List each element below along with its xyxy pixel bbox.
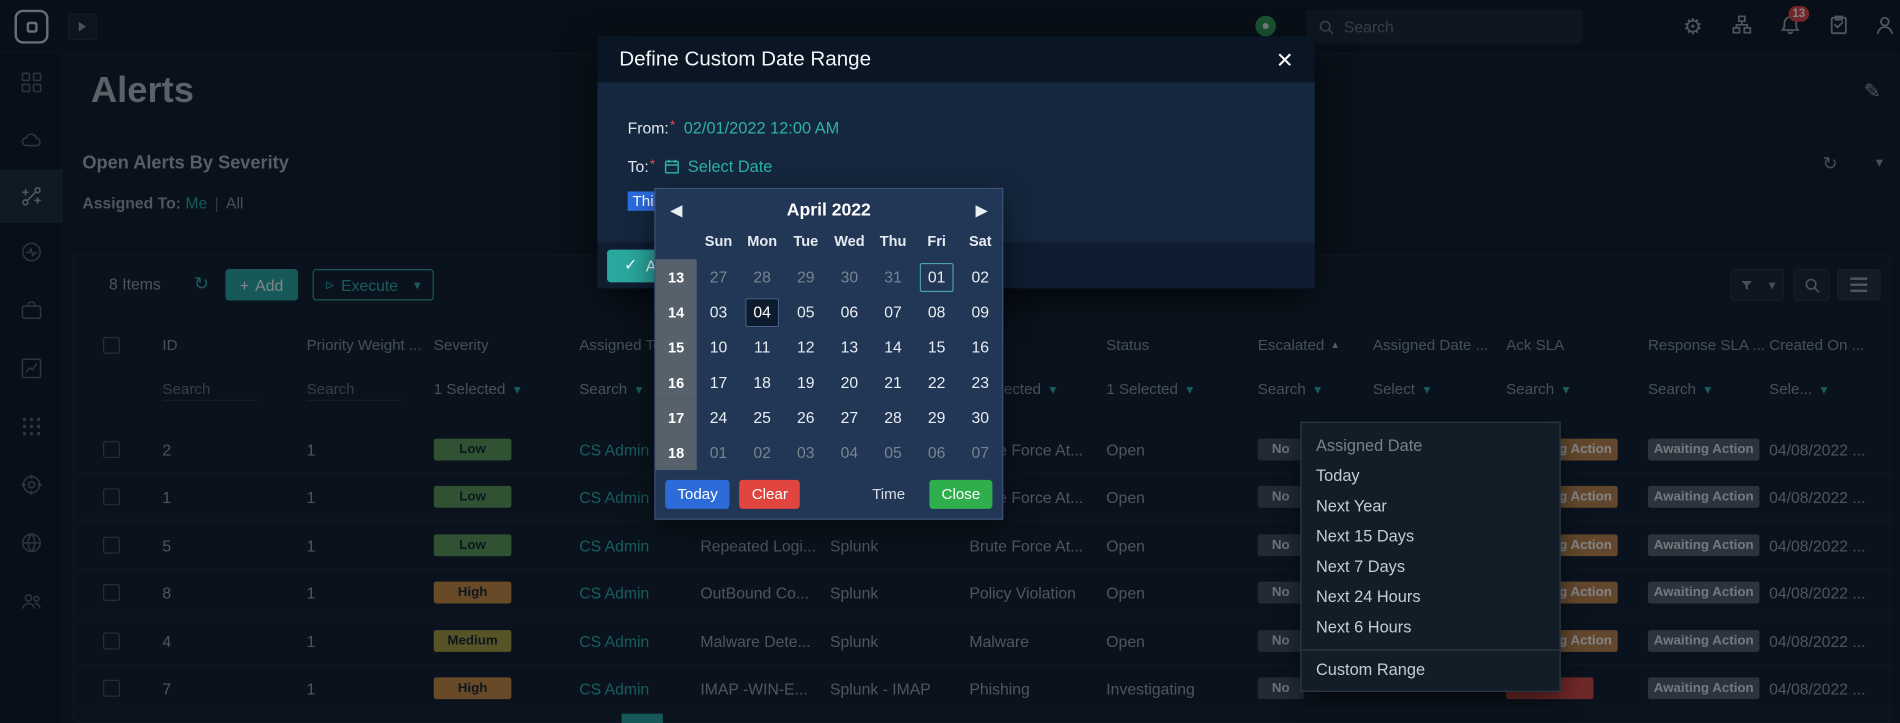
calendar-day[interactable]: 06 xyxy=(828,294,872,329)
calendar-month-label: April 2022 xyxy=(786,201,871,221)
calendar-day[interactable]: 24 xyxy=(697,400,741,435)
calendar-day[interactable]: 30 xyxy=(828,259,872,294)
menu-item-custom-range[interactable]: Custom Range xyxy=(1301,651,1559,691)
calendar-day[interactable]: 01 xyxy=(697,435,741,470)
to-label: To:* xyxy=(627,157,656,176)
calendar-day[interactable]: 29 xyxy=(915,400,959,435)
week-number: 15 xyxy=(655,329,697,365)
calendar-day[interactable]: 02 xyxy=(740,435,784,470)
from-date-value[interactable]: 02/01/2022 12:00 AM xyxy=(684,119,840,137)
week-number: 14 xyxy=(655,294,697,330)
menu-item-next-6-hours[interactable]: Next 6 Hours xyxy=(1301,612,1559,642)
calendar-day-names: Sun Mon Tue Wed Thu Fri Sat xyxy=(656,233,1003,260)
calendar-day[interactable]: 27 xyxy=(697,259,741,294)
required-asterisk: * xyxy=(649,157,656,173)
calendar-day[interactable]: 26 xyxy=(784,400,828,435)
calendar-day[interactable]: 23 xyxy=(958,365,1002,400)
from-label: From:* xyxy=(627,118,676,137)
calendar-day[interactable]: 20 xyxy=(828,365,872,400)
check-icon: ✓ xyxy=(624,255,638,274)
menu-item-today[interactable]: Today xyxy=(1301,460,1559,490)
menu-item-next-24-hours[interactable]: Next 24 Hours xyxy=(1301,582,1559,612)
day-name: Tue xyxy=(793,232,819,250)
calendar-grid: 13 27 28 29 30 31 01 02 14 03 04 05 06 07 08 09 15 10 11 12… xyxy=(655,259,1003,471)
calendar-day[interactable]: 27 xyxy=(828,400,872,435)
date-picker: ◀ April 2022 ▶ Sun Mon Tue Wed Thu Fri Sat 13 2… xyxy=(654,187,1004,520)
calendar-day[interactable]: 05 xyxy=(784,294,828,329)
calendar-footer: Today Clear Time Close xyxy=(656,470,1003,518)
calendar-day[interactable]: 15 xyxy=(915,330,959,365)
calendar-day[interactable]: 03 xyxy=(784,435,828,470)
clear-button[interactable]: Clear xyxy=(739,479,801,509)
calendar-day[interactable]: 14 xyxy=(871,330,915,365)
calendar-day[interactable]: 29 xyxy=(784,259,828,294)
calendar-day[interactable]: 31 xyxy=(871,259,915,294)
calendar-day[interactable]: 04 xyxy=(828,435,872,470)
calendar-day[interactable]: 05 xyxy=(871,435,915,470)
app-root: ⚙ 13 Alerts ✎ Open Alerts By Severity ↻ … xyxy=(0,0,1900,723)
time-label[interactable]: Time xyxy=(872,486,905,503)
calendar-day[interactable]: 02 xyxy=(958,259,1002,294)
day-name: Wed xyxy=(834,232,865,250)
today-button[interactable]: Today xyxy=(665,479,730,509)
week-number: 18 xyxy=(655,435,697,471)
calendar-day[interactable]: 16 xyxy=(958,330,1002,365)
menu-header-assigned-date: Assigned Date xyxy=(1315,436,1423,455)
modal-title: Define Custom Date Range xyxy=(619,47,872,71)
calendar-day[interactable]: 07 xyxy=(871,294,915,329)
calendar-day[interactable]: 22 xyxy=(915,365,959,400)
calendar-day[interactable]: 04 xyxy=(740,294,784,329)
day-name: Fri xyxy=(927,232,946,250)
day-name: Thu xyxy=(879,232,907,250)
calendar-day[interactable]: 28 xyxy=(871,400,915,435)
calendar-day[interactable]: 13 xyxy=(828,330,872,365)
day-name: Sun xyxy=(704,232,733,250)
calendar-day[interactable]: 30 xyxy=(958,400,1002,435)
calendar-header: ◀ April 2022 ▶ xyxy=(656,189,1003,233)
week-number: 16 xyxy=(655,364,697,400)
week-number: 13 xyxy=(655,259,697,295)
calendar-day[interactable]: 28 xyxy=(740,259,784,294)
assigned-date-filter-menu: Assigned Date Today Next Year Next 15 Days N… xyxy=(1300,421,1561,692)
calendar-day[interactable]: 06 xyxy=(915,435,959,470)
week-number: 17 xyxy=(655,399,697,436)
calendar-day[interactable]: 11 xyxy=(740,330,784,365)
close-button[interactable]: Close xyxy=(929,479,993,509)
to-date-select[interactable]: Select Date xyxy=(688,158,773,176)
calendar-day[interactable]: 25 xyxy=(740,400,784,435)
prev-month-icon[interactable]: ◀ xyxy=(670,201,697,220)
calendar-day[interactable]: 21 xyxy=(871,365,915,400)
menu-item-next-year[interactable]: Next Year xyxy=(1301,491,1559,521)
calendar-day[interactable]: 07 xyxy=(958,435,1002,470)
calendar-day[interactable]: 17 xyxy=(697,365,741,400)
calendar-day[interactable]: 10 xyxy=(697,330,741,365)
day-name: Mon xyxy=(747,232,778,250)
required-asterisk: * xyxy=(670,118,676,134)
calendar-day[interactable]: 18 xyxy=(740,365,784,400)
calendar-day[interactable]: 09 xyxy=(958,294,1002,329)
calendar-day[interactable]: 08 xyxy=(915,294,959,329)
calendar-icon xyxy=(664,159,679,174)
next-month-icon[interactable]: ▶ xyxy=(961,201,987,220)
calendar-day[interactable]: 01 xyxy=(915,259,959,294)
day-name: Sat xyxy=(968,232,992,250)
menu-item-next-7-days[interactable]: Next 7 Days xyxy=(1301,551,1559,581)
calendar-day[interactable]: 19 xyxy=(784,365,828,400)
calendar-day[interactable]: 12 xyxy=(784,330,828,365)
modal-header: Define Custom Date Range × xyxy=(597,36,1315,83)
close-icon[interactable]: × xyxy=(1277,45,1293,73)
calendar-day[interactable]: 03 xyxy=(697,294,741,329)
menu-item-next-15-days[interactable]: Next 15 Days xyxy=(1301,521,1559,551)
